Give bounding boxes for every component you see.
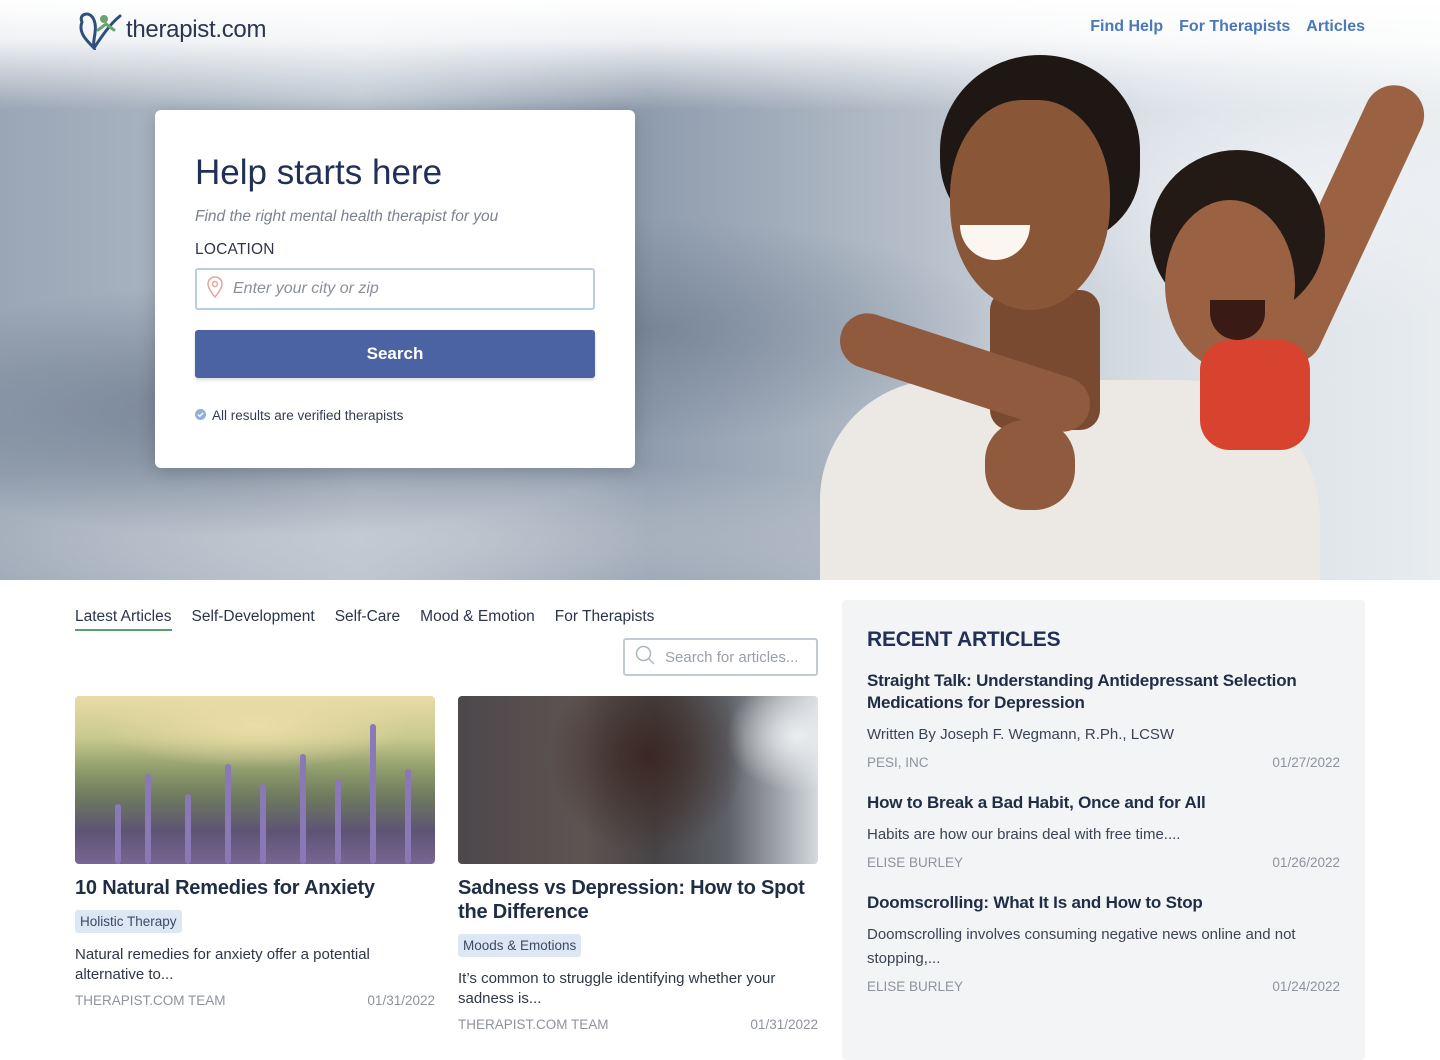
recent-article-desc: Doomscrolling involves consuming negativ… (867, 926, 1296, 967)
tab-latest-articles[interactable]: Latest Articles (75, 608, 172, 631)
recent-article-author: PESI, INC (867, 755, 929, 770)
article-card[interactable]: 10 Natural Remedies for Anxiety Holistic… (75, 696, 435, 1008)
article-tabs: Latest Articles Self-Development Self-Ca… (75, 608, 654, 631)
logo-heart-icon (76, 10, 124, 53)
article-card[interactable]: Sadness vs Depression: How to Spot the D… (458, 696, 818, 1032)
top-nav: Find Help For Therapists Articles (1090, 18, 1365, 36)
hero-photo-detail (1200, 340, 1310, 450)
verified-note: All results are verified therapists (195, 408, 595, 423)
article-image-detail (405, 769, 411, 864)
nav-articles[interactable]: Articles (1306, 18, 1365, 36)
hero-title: Help starts here (195, 153, 443, 192)
article-title[interactable]: Sadness vs Depression: How to Spot the D… (458, 876, 818, 924)
recent-article-title[interactable]: How to Break a Bad Habit, Once and for A… (867, 792, 1340, 814)
recent-article-author: ELISE BURLEY (867, 979, 964, 994)
nav-find-help[interactable]: Find Help (1090, 18, 1163, 36)
hero-photo-detail (950, 100, 1110, 310)
verified-check-icon (195, 408, 206, 423)
tab-self-development[interactable]: Self-Development (192, 608, 315, 631)
article-image-detail (370, 724, 376, 864)
recent-article-date: 01/27/2022 (1272, 755, 1340, 770)
recent-article-desc: Habits are how our brains deal with free… (867, 826, 1181, 843)
location-label: LOCATION (195, 241, 275, 258)
article-image-detail (115, 804, 121, 864)
verified-text: All results are verified therapists (212, 408, 404, 423)
recent-article-title[interactable]: Doomscrolling: What It Is and How to Sto… (867, 892, 1340, 914)
article-image[interactable] (458, 696, 818, 864)
article-date: 01/31/2022 (367, 993, 435, 1008)
tab-self-care[interactable]: Self-Care (335, 608, 400, 631)
location-field[interactable] (195, 268, 595, 310)
article-title[interactable]: 10 Natural Remedies for Anxiety (75, 876, 435, 900)
search-icon (635, 645, 655, 670)
recent-article-meta: ELISE BURLEY 01/24/2022 (867, 979, 1340, 994)
search-button[interactable]: Search (195, 330, 595, 378)
recent-article-item[interactable]: Straight Talk: Understanding Antidepress… (867, 670, 1340, 770)
recent-article-title[interactable]: Straight Talk: Understanding Antidepress… (867, 670, 1340, 714)
article-meta: THERAPIST.COM TEAM 01/31/2022 (75, 993, 435, 1008)
recent-articles-panel: RECENT ARTICLES Straight Talk: Understan… (842, 600, 1365, 1060)
recent-article-item[interactable]: Doomscrolling: What It Is and How to Sto… (867, 892, 1340, 994)
recent-articles-heading: RECENT ARTICLES (867, 628, 1061, 651)
article-image-detail (260, 784, 266, 864)
logo-name: therapist (126, 16, 216, 43)
map-pin-icon (207, 275, 223, 303)
recent-article-meta: PESI, INC 01/27/2022 (867, 755, 1340, 770)
article-search-input[interactable] (665, 648, 805, 666)
logo-tld: .com (215, 16, 267, 43)
article-image-detail (300, 754, 306, 864)
article-image-detail (225, 764, 231, 864)
article-image-detail (335, 779, 341, 864)
nav-for-therapists[interactable]: For Therapists (1179, 18, 1290, 36)
article-search-field[interactable] (623, 638, 818, 676)
hero-subtitle: Find the right mental health therapist f… (195, 208, 499, 225)
article-image[interactable] (75, 696, 435, 864)
hero-photo-detail (985, 420, 1075, 510)
article-author: THERAPIST.COM TEAM (75, 993, 226, 1008)
recent-article-date: 01/24/2022 (1272, 979, 1340, 994)
article-excerpt: It’s common to struggle identifying whet… (458, 970, 776, 1007)
article-image-detail (145, 774, 151, 864)
logo-text: therapist.com (126, 16, 266, 44)
article-author: THERAPIST.COM TEAM (458, 1017, 609, 1032)
article-meta: THERAPIST.COM TEAM 01/31/2022 (458, 1017, 818, 1032)
tab-for-therapists[interactable]: For Therapists (555, 608, 655, 631)
site-logo[interactable]: therapist.com (76, 10, 266, 53)
article-date: 01/31/2022 (750, 1017, 818, 1032)
article-tag[interactable]: Moods & Emotions (458, 934, 582, 957)
article-excerpt: Natural remedies for anxiety offer a pot… (75, 946, 370, 983)
recent-article-meta: ELISE BURLEY 01/26/2022 (867, 855, 1340, 870)
article-image-detail (185, 794, 191, 864)
recent-article-author: ELISE BURLEY (867, 855, 964, 870)
article-tag[interactable]: Holistic Therapy (75, 910, 182, 933)
recent-article-item[interactable]: How to Break a Bad Habit, Once and for A… (867, 792, 1340, 870)
recent-article-date: 01/26/2022 (1272, 855, 1340, 870)
tab-mood-emotion[interactable]: Mood & Emotion (420, 608, 535, 631)
therapist-search-card: Help starts here Find the right mental h… (155, 110, 635, 468)
location-input[interactable] (233, 280, 573, 298)
recent-article-desc: Written By Joseph F. Wegmann, R.Ph., LCS… (867, 726, 1175, 743)
